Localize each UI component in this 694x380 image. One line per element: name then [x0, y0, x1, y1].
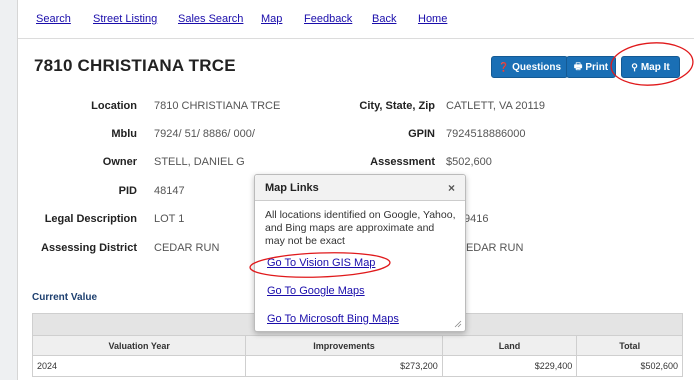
partial-value-right: 9416 — [464, 213, 489, 225]
map-it-label: Map It — [640, 61, 670, 73]
nav-street-listing-link[interactable]: Street Listing — [93, 13, 157, 25]
popup-title: Map Links — [265, 182, 319, 194]
gpin-value: 7924518886000 — [446, 128, 526, 140]
print-label: Print — [585, 61, 609, 73]
table-header-row: Valuation Year Improvements Land Total — [33, 336, 682, 356]
assessment-label: Assessment — [370, 156, 435, 168]
bing-maps-link[interactable]: Go To Microsoft Bing Maps — [267, 313, 399, 325]
nav-search-link[interactable]: Search — [36, 13, 71, 25]
col-valuation-year: Valuation Year — [33, 336, 247, 355]
mblu-label: Mblu — [111, 128, 137, 140]
map-it-button[interactable]: ⚲ Map It — [621, 56, 680, 78]
pid-value: 48147 — [154, 185, 185, 197]
popup-message: All locations identified on Google, Yaho… — [265, 209, 456, 247]
nav-home-link[interactable]: Home — [418, 13, 447, 25]
gpin-label: GPIN — [408, 128, 435, 140]
nav-map-link[interactable]: Map — [261, 13, 282, 25]
city-state-zip-label: City, State, Zip — [359, 100, 435, 112]
current-value-heading: Current Value — [32, 292, 98, 303]
vision-gis-map-link[interactable]: Go To Vision GIS Map — [267, 257, 375, 269]
cell-improvements: $273,200 — [246, 356, 443, 376]
questions-button[interactable]: ❓ Questions — [491, 56, 568, 78]
mblu-value: 7924/ 51/ 8886/ 000/ — [154, 128, 255, 140]
print-icon: 🖶 — [573, 61, 583, 71]
close-icon[interactable]: × — [448, 181, 455, 195]
legal-description-value: LOT 1 — [154, 213, 185, 225]
map-links-popup: Map Links × All locations identified on … — [254, 174, 466, 332]
assessing-district-value: CEDAR RUN — [154, 242, 220, 254]
nav-divider — [18, 38, 694, 39]
owner-value: STELL, DANIEL G — [154, 156, 245, 168]
popup-header: Map Links × — [255, 175, 465, 201]
city-state-zip-value: CATLETT, VA 20119 — [446, 100, 546, 112]
col-improvements: Improvements — [246, 336, 443, 355]
nav-back-link[interactable]: Back — [372, 13, 396, 25]
partial-district-right: CEDAR RUN — [458, 242, 524, 254]
location-value: 7810 CHRISTIANA TRCE — [154, 100, 281, 112]
legal-description-label: Legal Description — [44, 213, 137, 225]
question-circle-icon: ❓ — [497, 61, 510, 72]
google-maps-link[interactable]: Go To Google Maps — [267, 285, 365, 297]
owner-label: Owner — [102, 156, 137, 168]
resize-handle-icon[interactable] — [454, 320, 462, 328]
nav-feedback-link[interactable]: Feedback — [304, 13, 352, 25]
map-marker-icon: ⚲ — [631, 61, 638, 72]
nav-sales-search-link[interactable]: Sales Search — [178, 13, 243, 25]
cell-total: $502,600 — [640, 361, 678, 371]
pid-label: PID — [118, 185, 137, 197]
col-land: Land — [443, 336, 578, 355]
location-label: Location — [91, 100, 137, 112]
cell-land: $229,400 — [443, 356, 578, 376]
col-total: Total — [619, 340, 641, 351]
assessing-district-label: Assessing District — [41, 242, 137, 254]
print-button[interactable]: 🖶 Print — [566, 56, 616, 78]
page-title: 7810 CHRISTIANA TRCE — [34, 56, 236, 75]
cell-year: 2024 — [33, 356, 247, 376]
assessment-value: $502,600 — [446, 156, 492, 168]
table-row: 2024 $273,200 $229,400 $502,600 — [33, 356, 682, 376]
questions-label: Questions — [512, 61, 562, 73]
